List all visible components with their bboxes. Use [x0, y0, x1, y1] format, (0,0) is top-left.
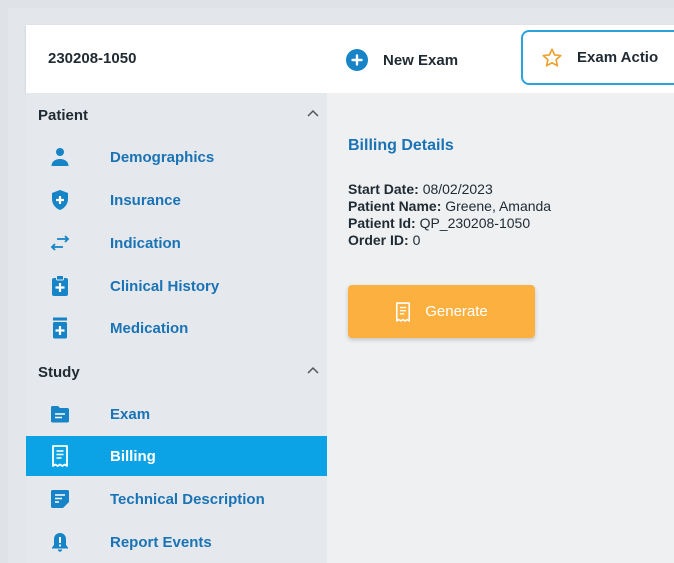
exam-actions-button[interactable]: Exam Actio [521, 30, 674, 85]
sidebar-item-label: Technical Description [110, 490, 265, 508]
new-exam-button[interactable]: New Exam [346, 45, 458, 75]
detail-value: 08/02/2023 [422, 181, 493, 197]
sidebar-item-label: Insurance [110, 191, 181, 209]
swap-arrows-icon [49, 232, 71, 254]
sidebar-item-demographics[interactable]: Demographics [26, 137, 327, 177]
sidebar-item-label: Demographics [110, 148, 215, 166]
section-header-study[interactable]: Study [26, 357, 327, 387]
sidebar-item-medication[interactable]: Medication [26, 308, 327, 348]
window-frame-top [0, 0, 674, 8]
sidebar-item-technical-description[interactable]: Technical Description [26, 479, 327, 519]
generate-button[interactable]: Generate [348, 285, 535, 338]
clipboard-plus-icon [49, 275, 71, 297]
sidebar-item-label: Indication [110, 234, 181, 252]
sidebar-item-label: Clinical History [110, 277, 220, 295]
detail-patient-id: Patient Id: QP_230208-1050 [348, 215, 530, 231]
generate-label: Generate [425, 303, 488, 320]
shield-plus-icon [49, 189, 71, 211]
exam-actions-label: Exam Actio [577, 49, 659, 66]
sidebar-item-exam[interactable]: Exam [26, 394, 327, 434]
sidebar-item-indication[interactable]: Indication [26, 223, 327, 263]
header-bar: 230208-1050 New Exam Exam Actio [26, 25, 674, 93]
exam-id-title: 230208-1050 [48, 50, 137, 67]
page-title: Billing Details [348, 137, 454, 154]
sidebar-item-label: Report Events [110, 533, 212, 551]
folder-icon [49, 403, 71, 425]
receipt-icon [49, 445, 71, 467]
sidebar-item-label: Billing [110, 447, 156, 465]
sidebar-item-insurance[interactable]: Insurance [26, 180, 327, 220]
section-title-study: Study [38, 363, 80, 381]
detail-label: Start Date: [348, 181, 419, 197]
sidebar-item-label: Medication [110, 319, 189, 337]
sidebar-item-label: Exam [110, 405, 151, 423]
medication-icon [49, 317, 71, 339]
new-exam-label: New Exam [383, 51, 459, 69]
billing-panel: Billing Details Start Date: 08/02/2023 P… [327, 93, 674, 563]
detail-label: Order ID: [348, 232, 409, 248]
detail-label: Patient Id: [348, 215, 416, 231]
chevron-up-icon [307, 366, 319, 374]
sidebar-item-billing[interactable]: Billing [26, 436, 327, 476]
detail-value: QP_230208-1050 [419, 215, 531, 231]
sidebar-item-report-events[interactable]: Report Events [26, 522, 327, 562]
sidebar: Patient Demographics Insurance Indicatio… [26, 93, 327, 563]
bell-alert-icon [49, 531, 71, 553]
detail-label: Patient Name: [348, 198, 442, 214]
section-header-patient[interactable]: Patient [26, 100, 327, 130]
note-icon [49, 488, 71, 510]
detail-value: Greene, Amanda [445, 198, 552, 214]
chevron-up-icon [307, 109, 319, 117]
plus-circle-icon [346, 49, 368, 71]
window-frame-left [0, 0, 8, 563]
detail-value: 0 [412, 232, 421, 248]
receipt-icon [395, 301, 411, 322]
detail-patient-name: Patient Name: Greene, Amanda [348, 198, 551, 214]
section-title-patient: Patient [38, 106, 89, 124]
sidebar-item-clinical-history[interactable]: Clinical History [26, 266, 327, 306]
person-icon [49, 146, 71, 168]
detail-order-id: Order ID: 0 [348, 232, 420, 248]
detail-start-date: Start Date: 08/02/2023 [348, 181, 493, 197]
star-icon [541, 47, 563, 69]
